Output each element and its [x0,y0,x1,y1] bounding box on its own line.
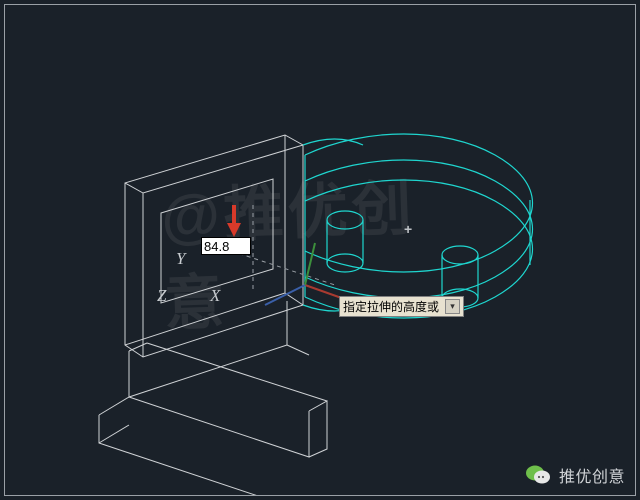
ucs-origin-plus: + [404,221,412,237]
axis-label-y: Y [176,249,185,269]
footer-brand: 推优创意 [525,463,625,487]
drawing-canvas [5,5,636,496]
command-tooltip: 指定拉伸的高度或 ▾ [339,296,464,317]
axis-label-z: Z [157,286,166,306]
extrude-height-input[interactable] [201,237,251,255]
chat-bubble-icon [525,463,551,487]
tooltip-expand-button[interactable]: ▾ [445,299,460,314]
wire-bracket [99,135,327,496]
cad-viewport[interactable]: @推优创意 [4,4,636,496]
command-tooltip-text: 指定拉伸的高度或 [343,298,439,315]
wire-extrude-preview [303,134,533,318]
brand-text: 推优创意 [559,463,625,487]
axis-label-x: X [210,286,220,306]
